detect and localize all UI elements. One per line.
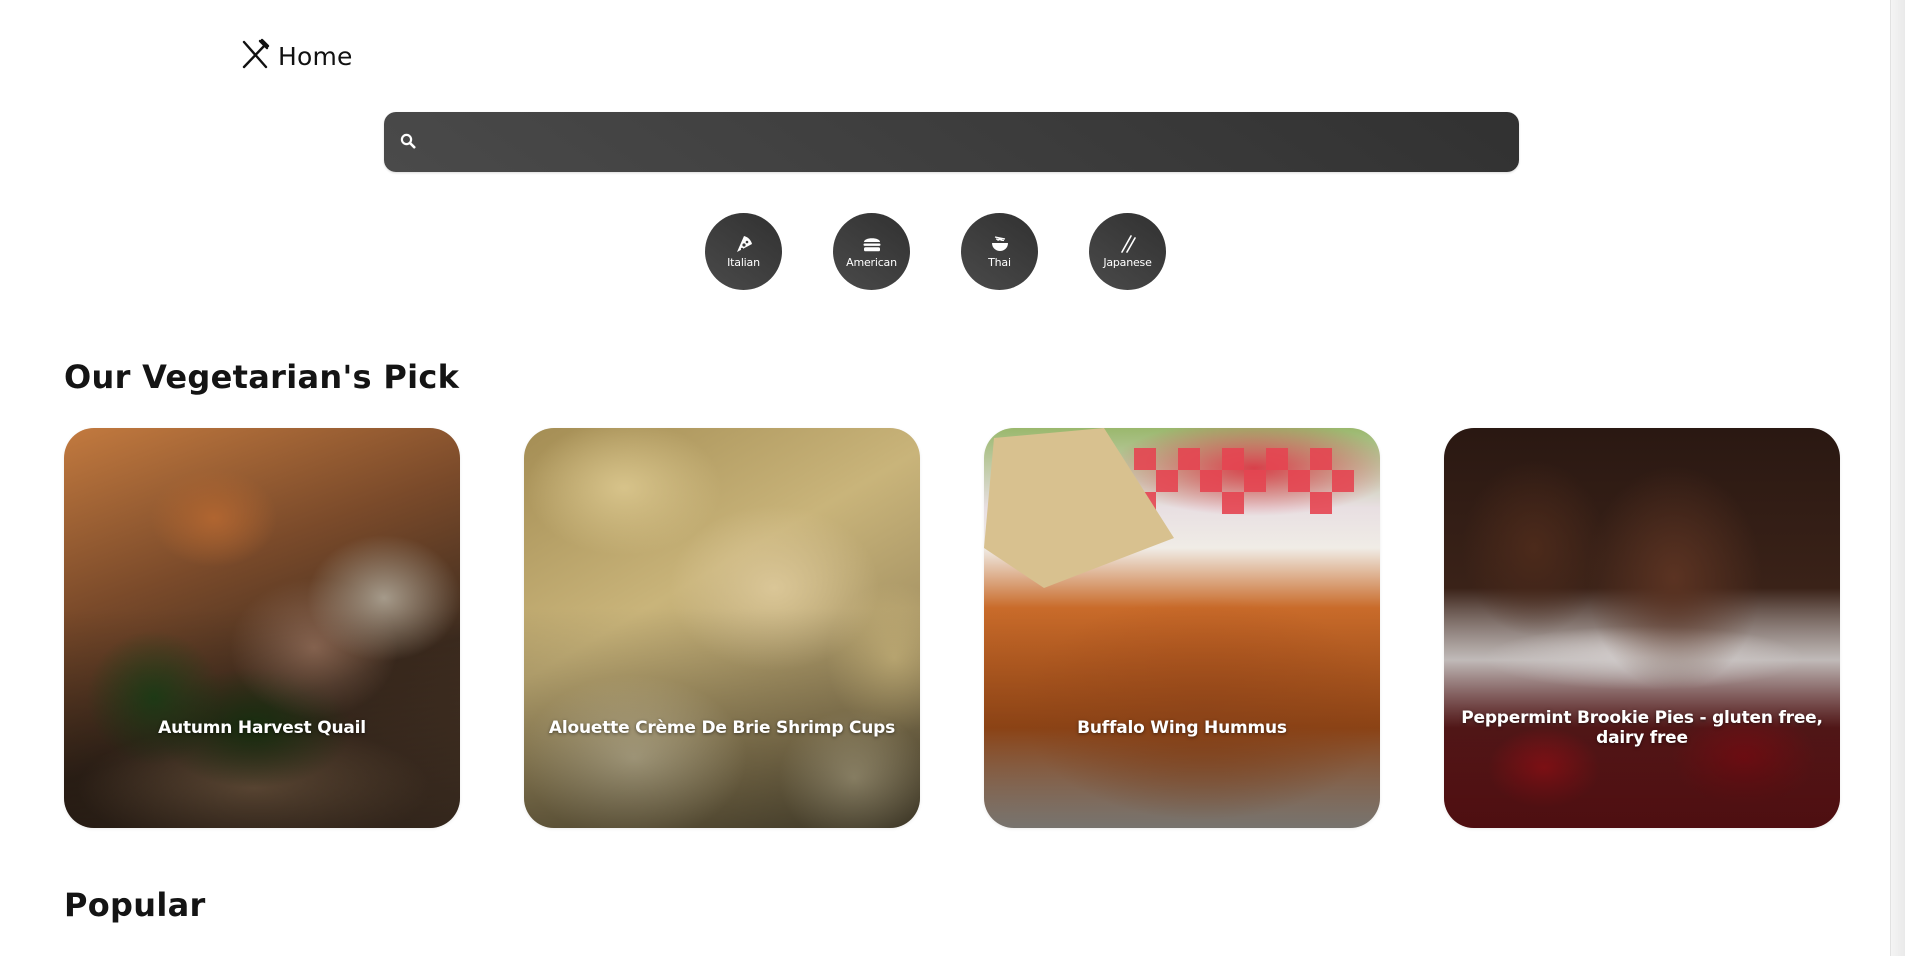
recipe-card[interactable]: Alouette Crème De Brie Shrimp Cups [524,428,920,828]
page: Home Italian American Thai Japanese Our … [0,0,1905,956]
cuisine-japanese-button[interactable]: Japanese [1089,213,1166,290]
recipe-card[interactable]: Buffalo Wing Hummus [984,428,1380,828]
cuisine-label: Thai [988,255,1011,269]
veggie-card-list: Autumn Harvest Quail Alouette Crème De B… [64,428,1840,828]
pizza-icon [734,235,754,256]
search-input[interactable] [432,112,1506,174]
veggie-section-title: Our Vegetarian's Pick [64,358,460,396]
search-icon [400,133,416,154]
recipe-card[interactable]: Autumn Harvest Quail [64,428,460,828]
recipe-title: Alouette Crème De Brie Shrimp Cups [548,718,896,738]
recipe-card[interactable]: Peppermint Brookie Pies - gluten free, d… [1444,428,1840,828]
home-label: Home [278,42,353,71]
utensils-crossed-icon [240,38,270,75]
cuisine-nav: Italian American Thai Japanese [705,213,1166,290]
home-link[interactable]: Home [240,38,353,75]
cuisine-label: Japanese [1103,255,1152,269]
recipe-title: Autumn Harvest Quail [158,718,366,738]
recipe-title: Buffalo Wing Hummus [1077,718,1287,738]
noodle-bowl-icon [990,235,1010,256]
cuisine-italian-button[interactable]: Italian [705,213,782,290]
cuisine-label: Italian [727,255,760,269]
search-bar[interactable] [384,112,1519,174]
burger-icon [862,235,882,256]
vertical-scrollbar[interactable] [1890,0,1905,956]
popular-section-title: Popular [64,886,206,924]
cuisine-thai-button[interactable]: Thai [961,213,1038,290]
cuisine-label: American [846,255,897,269]
cuisine-american-button[interactable]: American [833,213,910,290]
recipe-title: Peppermint Brookie Pies - gluten free, d… [1461,708,1823,748]
chopsticks-icon [1118,234,1138,256]
